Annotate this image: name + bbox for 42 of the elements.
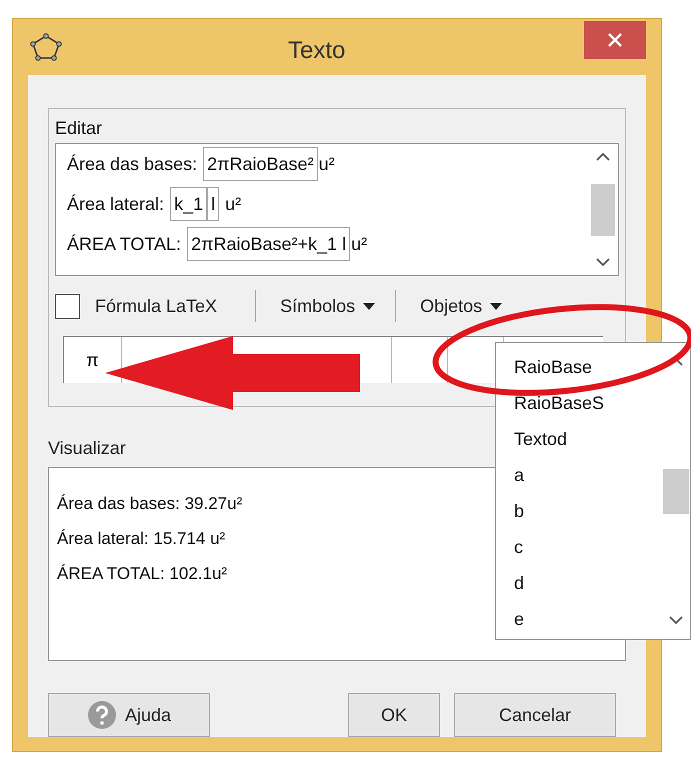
object-field[interactable]: 2πRaioBase²+k_1 l xyxy=(187,227,350,261)
dropdown-item[interactable]: Textod xyxy=(514,421,662,457)
dropdown-item[interactable]: c xyxy=(514,529,662,565)
help-button[interactable]: Ajuda xyxy=(48,693,210,737)
preview-line: Área lateral: 15.714 u² xyxy=(57,528,226,550)
latex-checkbox[interactable] xyxy=(55,294,80,318)
edit-area[interactable]: Área das bases: 2πRaioBase² u² Área lateral: k_1 l u² ÁREA TOTAL: 2πRaioBase²+k_1 l u² xyxy=(55,143,619,276)
object-field[interactable]: 2πRaioBase² xyxy=(203,147,318,181)
menu-button[interactable]: Símbolos xyxy=(280,292,376,320)
caret-icon xyxy=(363,302,376,310)
dropdown-item[interactable]: e xyxy=(514,601,662,637)
text-label: Área lateral: xyxy=(66,192,166,216)
text-label: Área das bases: xyxy=(66,152,198,176)
object-field[interactable]: k_1 xyxy=(170,187,208,221)
checkbox-label: Fórmula LaTeX xyxy=(95,294,218,318)
dropdown-item[interactable]: d xyxy=(514,565,662,601)
text-label: ÁREA TOTAL: xyxy=(66,232,182,256)
polygon-icon xyxy=(30,33,62,61)
panel-label: Visualizar xyxy=(48,437,126,459)
scroll-down-icon[interactable] xyxy=(669,616,683,625)
menu-button[interactable]: Objetos xyxy=(420,292,502,320)
panel-label: Editar xyxy=(55,117,104,139)
scroll-down-icon[interactable] xyxy=(596,258,610,267)
text-label: u² xyxy=(318,152,336,176)
text-label: u² xyxy=(224,192,242,216)
dropdown-item[interactable]: a xyxy=(514,457,662,493)
close-icon xyxy=(608,33,622,47)
text-label: u² xyxy=(350,232,368,256)
caret-icon xyxy=(490,302,502,310)
dialog-button[interactable]: Cancelar xyxy=(454,693,616,737)
dialog-button[interactable]: OK xyxy=(348,693,440,737)
scroll-thumb[interactable] xyxy=(591,184,615,236)
object-field[interactable]: l xyxy=(207,187,220,221)
preview-line: Área das bases: 39.27u² xyxy=(57,493,242,515)
scroll-thumb[interactable] xyxy=(663,468,689,514)
dropdown-item[interactable]: b xyxy=(514,493,662,529)
preview-line: ÁREA TOTAL: 102.1u² xyxy=(57,563,228,585)
scroll-up-icon[interactable] xyxy=(596,152,610,161)
window-title: Texto xyxy=(288,36,346,66)
dropdown-item[interactable]: RaioBaseS xyxy=(514,385,662,421)
close-button[interactable] xyxy=(584,21,646,59)
help-icon xyxy=(86,700,117,730)
